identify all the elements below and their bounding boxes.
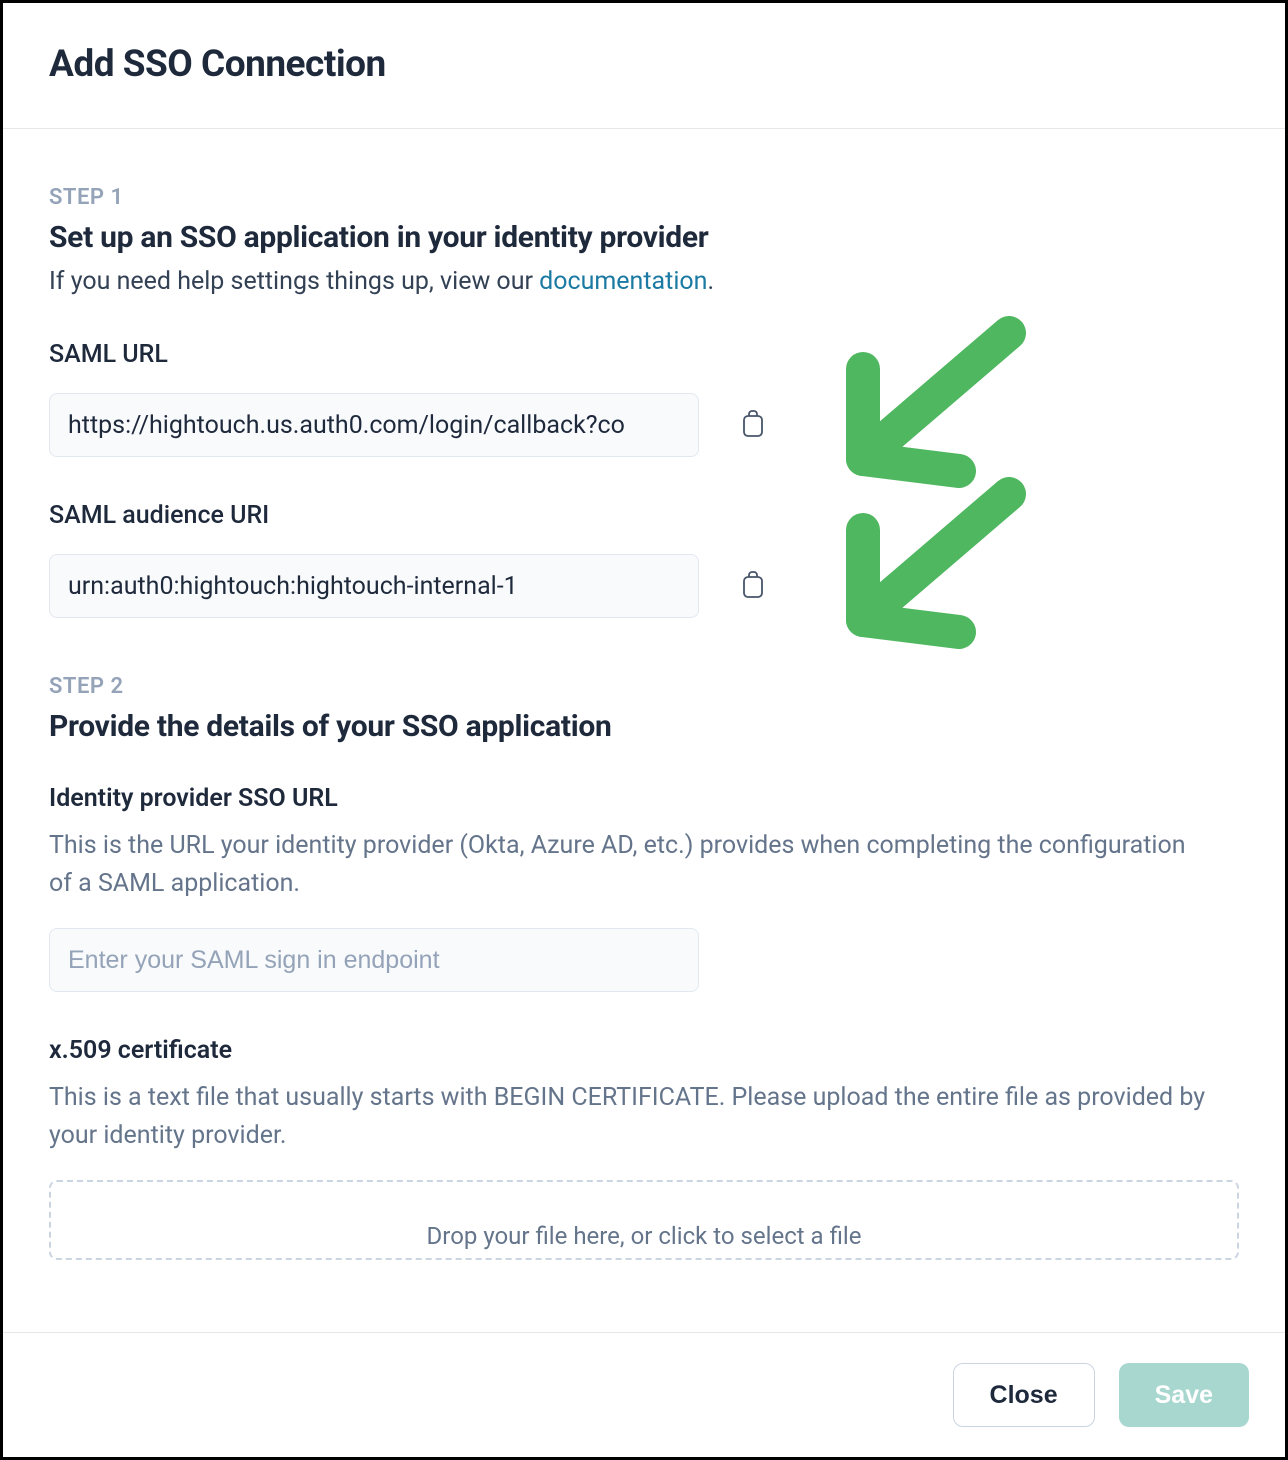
modal-footer: Close Save: [3, 1332, 1285, 1457]
saml-url-field: SAML URL https://hightouch.us.auth0.com/…: [49, 340, 1239, 457]
modal-header: Add SSO Connection: [3, 3, 1285, 129]
dropzone-text: Drop your file here, or click to select …: [427, 1222, 862, 1250]
copy-saml-audience-button[interactable]: [739, 570, 767, 602]
x509-cert-help: This is a text file that usually starts …: [49, 1079, 1209, 1154]
saml-url-row: https://hightouch.us.auth0.com/login/cal…: [49, 393, 1239, 457]
step-2-section: STEP 2 Provide the details of your SSO a…: [49, 674, 1239, 1260]
saml-audience-field: SAML audience URI urn:auth0:hightouch:hi…: [49, 501, 1239, 618]
step-1-help-suffix: .: [707, 267, 714, 296]
idp-sso-url-input[interactable]: [49, 928, 699, 992]
saml-url-value[interactable]: https://hightouch.us.auth0.com/login/cal…: [49, 393, 699, 457]
documentation-link[interactable]: documentation: [539, 267, 707, 296]
arrow-icon: [809, 464, 1049, 664]
saml-audience-label: SAML audience URI: [49, 501, 1239, 530]
save-button[interactable]: Save: [1119, 1363, 1249, 1427]
saml-url-label: SAML URL: [49, 340, 1239, 369]
step-1-help-prefix: If you need help settings things up, vie…: [49, 267, 539, 296]
clipboard-icon: [741, 571, 765, 602]
step-1-title: Set up an SSO application in your identi…: [49, 220, 1239, 255]
close-button[interactable]: Close: [953, 1363, 1095, 1427]
x509-cert-dropzone[interactable]: Drop your file here, or click to select …: [49, 1180, 1239, 1260]
step-1-section: STEP 1 Set up an SSO application in your…: [49, 185, 1239, 618]
step-2-title: Provide the details of your SSO applicat…: [49, 709, 1239, 744]
clipboard-icon: [741, 410, 765, 441]
step-1-label: STEP 1: [49, 185, 1239, 210]
step-1-help: If you need help settings things up, vie…: [49, 267, 1239, 296]
idp-sso-url-field: Identity provider SSO URL This is the UR…: [49, 784, 1239, 992]
idp-sso-url-help: This is the URL your identity provider (…: [49, 827, 1209, 902]
x509-cert-field: x.509 certificate This is a text file th…: [49, 1036, 1239, 1260]
copy-saml-url-button[interactable]: [739, 409, 767, 441]
saml-audience-value[interactable]: urn:auth0:hightouch:hightouch-internal-1: [49, 554, 699, 618]
x509-cert-label: x.509 certificate: [49, 1036, 1239, 1065]
arrow-icon: [809, 303, 1049, 503]
step-2-label: STEP 2: [49, 674, 1239, 699]
modal-content: STEP 1 Set up an SSO application in your…: [3, 129, 1285, 1457]
saml-audience-row: urn:auth0:hightouch:hightouch-internal-1: [49, 554, 1239, 618]
idp-sso-url-label: Identity provider SSO URL: [49, 784, 1239, 813]
modal-title: Add SSO Connection: [49, 43, 1239, 86]
